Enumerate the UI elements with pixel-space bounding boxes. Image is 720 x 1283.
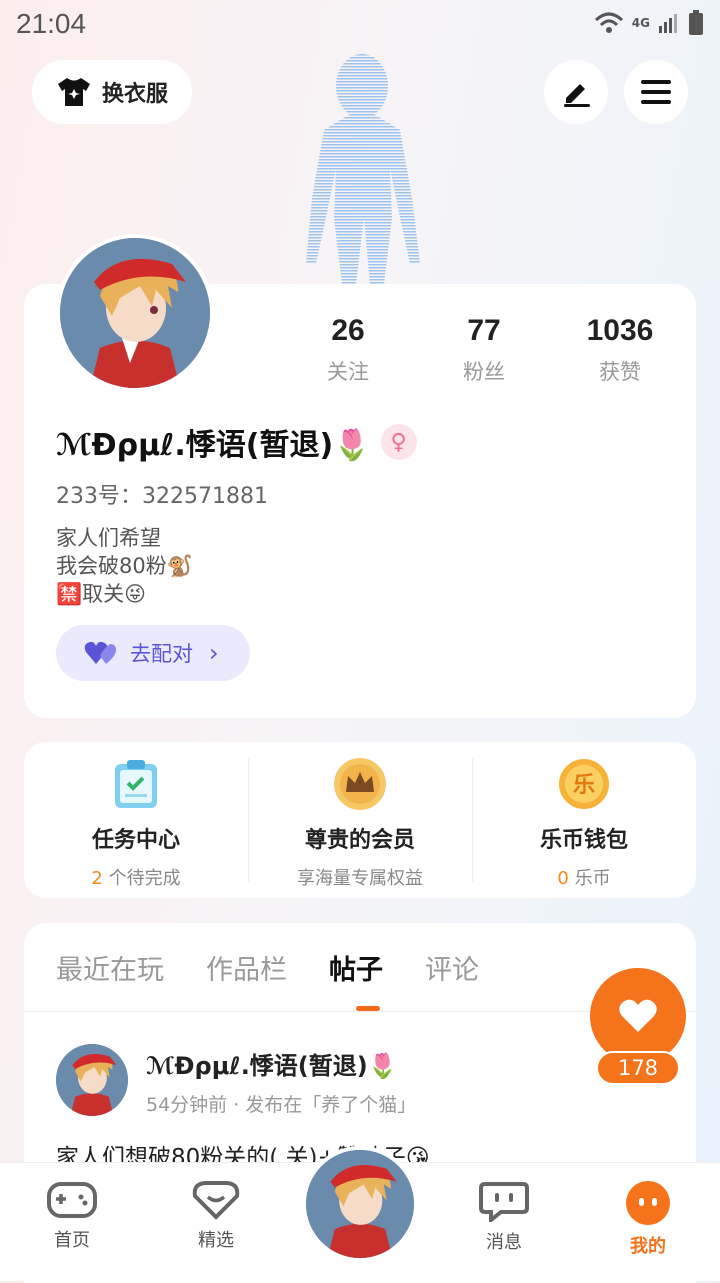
vip-title: 尊贵的会员 — [304, 828, 415, 853]
nav-featured-label: 精选 — [198, 1230, 234, 1251]
gem-icon — [192, 1181, 240, 1220]
username-row: ℳĐρμℓ.悸语(暂退)🌷 ♀ — [56, 420, 417, 464]
avatar-figure[interactable] — [290, 48, 430, 284]
anime-avatar-icon — [56, 1044, 128, 1116]
user-id[interactable]: 233号：322571881 — [56, 478, 268, 510]
nav-center-avatar[interactable] — [302, 1146, 418, 1262]
status-icons: 4G — [594, 10, 704, 36]
pair-label: 去配对 — [130, 642, 193, 666]
coin-wallet[interactable]: 乐 乐币钱包 0 乐币 — [472, 742, 696, 898]
hamburger-icon — [641, 80, 671, 104]
vip-sub: 享海量专属权益 — [297, 868, 423, 889]
likes-label: 获赞 — [599, 360, 641, 384]
nav-home[interactable]: 首页 — [22, 1180, 122, 1252]
like-count: 178 — [596, 1051, 680, 1085]
wallet-sub: 0 乐币 — [557, 868, 611, 889]
battery-icon — [689, 10, 703, 35]
stat-following[interactable]: 26 关注 — [288, 314, 408, 386]
bio-line: 我会破80粉🐒 — [56, 554, 193, 578]
like-button[interactable] — [590, 968, 686, 1064]
fans-label: 粉丝 — [463, 360, 505, 384]
crown-icon — [334, 758, 386, 810]
wallet-title: 乐币钱包 — [539, 828, 628, 853]
bio-line: 🈲取关😜 — [56, 582, 147, 606]
tab-posts[interactable]: 帖子 — [329, 948, 383, 987]
anime-avatar-icon — [60, 238, 210, 388]
post-username[interactable]: ℳĐρμℓ.悸语(暂退)🌷 — [146, 1046, 398, 1081]
heart-icon — [619, 999, 657, 1032]
post-avatar[interactable] — [56, 1044, 128, 1116]
change-outfit-label: 换衣服 — [101, 82, 168, 107]
pair-button[interactable]: 去配对 › — [56, 625, 250, 681]
following-label: 关注 — [327, 360, 369, 384]
tab-comments[interactable]: 评论 — [425, 948, 479, 987]
message-icon — [479, 1182, 529, 1222]
tab-bar: 最近在玩 作品栏 帖子 评论 — [56, 948, 479, 987]
menu-button[interactable] — [624, 60, 688, 124]
feature-card: 任务中心 2 个待完成 尊贵的会员 享海量专属权益 乐 乐币钱包 0 乐币 — [24, 742, 696, 898]
stat-likes[interactable]: 1036 获赞 — [560, 314, 680, 386]
task-center-sub: 2 个待完成 — [91, 868, 181, 889]
following-count: 26 — [331, 314, 365, 347]
bio: 家人们希望 我会破80粉🐒 🈲取关😜 — [56, 524, 193, 608]
avatar[interactable] — [56, 234, 214, 392]
hologram-figure-icon — [306, 54, 420, 284]
vip-member[interactable]: 尊贵的会员 享海量专属权益 — [248, 742, 472, 898]
nav-featured[interactable]: 精选 — [166, 1180, 266, 1252]
nav-me-label: 我的 — [630, 1236, 666, 1257]
profile-face-icon — [626, 1181, 670, 1225]
gamepad-icon — [47, 1182, 97, 1218]
edit-button[interactable] — [544, 60, 608, 124]
status-time: 21:04 — [16, 8, 87, 39]
tab-recent[interactable]: 最近在玩 — [56, 948, 164, 987]
bio-line: 家人们希望 — [56, 526, 161, 550]
fans-count: 77 — [467, 314, 501, 347]
chevron-right-icon: › — [209, 639, 219, 667]
change-outfit-button[interactable]: 换衣服 — [32, 60, 192, 124]
pen-icon — [564, 84, 590, 107]
nav-messages[interactable]: 消息 — [454, 1180, 554, 1254]
signal-icon — [659, 14, 677, 33]
network-type: 4G — [631, 16, 650, 30]
hearts-icon — [84, 641, 116, 664]
clipboard-icon — [115, 760, 157, 808]
task-center-title: 任务中心 — [91, 828, 180, 853]
nav-home-label: 首页 — [54, 1230, 90, 1251]
female-icon: ♀ — [380, 424, 417, 460]
coin-icon: 乐 — [559, 759, 609, 809]
nav-me[interactable]: 我的 — [598, 1180, 698, 1258]
svg-text:乐: 乐 — [573, 773, 595, 798]
likes-count: 1036 — [586, 314, 654, 347]
tshirt-icon — [57, 78, 90, 106]
stat-fans[interactable]: 77 粉丝 — [424, 314, 544, 386]
task-center[interactable]: 任务中心 2 个待完成 — [24, 742, 248, 898]
nav-messages-label: 消息 — [486, 1232, 522, 1253]
username: ℳĐρμℓ.悸语(暂退)🌷 — [56, 428, 371, 463]
post-meta: 54分钟前 · 发布在「养了个猫」 — [146, 1094, 417, 1116]
anime-avatar-icon — [306, 1150, 414, 1258]
wifi-icon — [594, 12, 623, 33]
tab-works[interactable]: 作品栏 — [206, 948, 287, 987]
